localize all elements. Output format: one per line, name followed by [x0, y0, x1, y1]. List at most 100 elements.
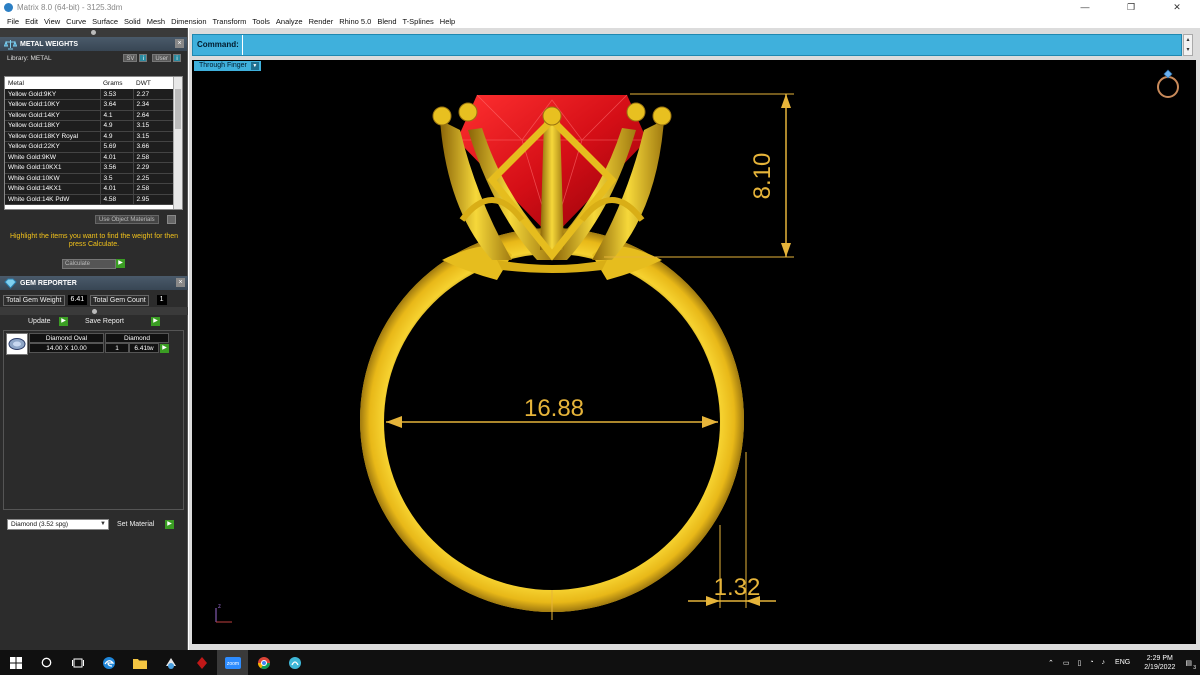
matrix-icon[interactable]: [186, 650, 217, 675]
network-icon[interactable]: ▭: [1063, 659, 1070, 667]
gem-name: Diamond Oval: [29, 333, 104, 343]
ring-view-icon[interactable]: [1157, 69, 1179, 98]
panel-splitter[interactable]: [0, 28, 187, 37]
menu-help[interactable]: Help: [437, 17, 458, 26]
table-row[interactable]: White Gold:9KW 4.01 2.58: [5, 152, 175, 163]
set-material-button[interactable]: Set Material: [117, 521, 154, 528]
zoom-icon[interactable]: zoom: [217, 650, 248, 675]
menu-rhino[interactable]: Rhino 5.0: [336, 17, 374, 26]
chevron-down-icon[interactable]: ▼: [250, 62, 259, 70]
menu-edit[interactable]: Edit: [22, 17, 41, 26]
metal-cell: White Gold:10KW: [5, 173, 101, 184]
table-row[interactable]: White Gold:14KX1 4.01 2.58: [5, 183, 175, 195]
calculate-button[interactable]: Calculate: [62, 259, 116, 269]
library-row: Library: METAL SV i User i: [0, 51, 187, 65]
save-report-arrow-icon[interactable]: ▶: [151, 317, 160, 326]
save-report-button[interactable]: Save Report: [85, 318, 124, 325]
command-bar[interactable]: Command:: [192, 34, 1182, 56]
chrome-icon[interactable]: [248, 650, 279, 675]
file-explorer-icon[interactable]: [124, 650, 155, 675]
gem-list-item[interactable]: Diamond Oval 14.00 X 10.00 Diamond 1 6.4…: [6, 333, 183, 355]
play-arrow-icon[interactable]: ▶: [116, 259, 125, 268]
update-arrow-icon[interactable]: ▶: [59, 317, 68, 326]
table-row[interactable]: Yellow Gold:14KY 4.1 2.64: [5, 110, 175, 121]
volume-icon[interactable]: ♪: [1102, 659, 1106, 666]
command-label: Command:: [197, 40, 239, 49]
language-indicator[interactable]: ENG: [1115, 659, 1130, 666]
menu-transform[interactable]: Transform: [210, 17, 250, 26]
total-gem-weight-value: 6.41: [67, 295, 88, 305]
app-icon[interactable]: [155, 650, 186, 675]
sv-toggle-icon[interactable]: i: [139, 54, 148, 62]
wifi-icon[interactable]: ◔: [1089, 659, 1093, 666]
edge-icon[interactable]: [93, 650, 124, 675]
sv-label: SV: [123, 54, 138, 62]
viewport-tab[interactable]: Through Finger ▼: [194, 61, 261, 71]
table-row[interactable]: Yellow Gold:18KY Royal 4.9 3.15: [5, 131, 175, 142]
system-tray: ⌃ ▭ ▯ ◔ ♪ ENG 2:29 PM 2/19/2022 ▤ 3: [1043, 650, 1200, 675]
table-row[interactable]: Yellow Gold:9KY 3.53 2.27: [5, 89, 175, 100]
close-icon[interactable]: ×: [176, 278, 185, 287]
dwt-cell: 2.27: [133, 89, 175, 100]
menu-tsplines[interactable]: T-Splines: [400, 17, 437, 26]
menu-view[interactable]: View: [41, 17, 63, 26]
menu-surface[interactable]: Surface: [89, 17, 121, 26]
gem-splitter[interactable]: [0, 307, 188, 315]
notification-icon[interactable]: ▤ 3: [1185, 659, 1196, 671]
scrollbar-thumb[interactable]: [175, 89, 181, 129]
viewport[interactable]: Through Finger ▼ 8.10 16.88 1.32 z: [192, 60, 1196, 644]
menu-tools[interactable]: Tools: [249, 17, 273, 26]
menu-curve[interactable]: Curve: [63, 17, 89, 26]
menu-mesh[interactable]: Mesh: [144, 17, 168, 26]
maximize-button[interactable]: ❐: [1108, 0, 1154, 14]
splitter-knob[interactable]: [91, 308, 97, 314]
use-object-materials-checkbox[interactable]: [167, 215, 176, 224]
clock[interactable]: 2:29 PM 2/19/2022: [1144, 654, 1175, 672]
menu-render[interactable]: Render: [306, 17, 337, 26]
table-row[interactable]: White Gold:10KX1 3.56 2.29: [5, 162, 175, 174]
chevron-up-icon[interactable]: ⌃: [1048, 659, 1054, 667]
total-gem-weight-label: Total Gem Weight: [3, 294, 65, 306]
table-row[interactable]: Yellow Gold:22KY 5.69 3.66: [5, 141, 175, 153]
total-gem-count-label: Total Gem Count: [90, 294, 149, 306]
material-select[interactable]: Diamond (3.52 spg) ▼: [7, 519, 109, 530]
close-icon[interactable]: ×: [175, 39, 184, 48]
minimize-button[interactable]: —: [1062, 0, 1108, 14]
dwt-cell: 2.25: [133, 173, 175, 184]
use-object-materials-button[interactable]: Use Object Materials: [95, 215, 159, 224]
search-icon[interactable]: [31, 650, 62, 675]
set-material-arrow-icon[interactable]: ▶: [165, 520, 174, 529]
gem-row-arrow-icon[interactable]: ▶: [160, 344, 169, 353]
chevron-down-icon[interactable]: ▼: [99, 521, 107, 528]
table-row[interactable]: Yellow Gold:18KY 4.9 3.15: [5, 120, 175, 132]
table-row[interactable]: White Gold:10KW 3.5 2.25: [5, 173, 175, 184]
app2-icon[interactable]: [279, 650, 310, 675]
table-row[interactable]: White Gold:14K PdW 4.58 2.95: [5, 194, 175, 205]
column-metal[interactable]: Metal: [5, 77, 100, 89]
table-scrollbar[interactable]: [173, 77, 182, 209]
column-dwt[interactable]: DWT: [133, 77, 175, 89]
grams-cell: 4.9: [100, 131, 134, 142]
table-row[interactable]: Yellow Gold:10KY 3.64 2.34: [5, 99, 175, 111]
menu-dimension[interactable]: Dimension: [168, 17, 209, 26]
calculate-hint: Highlight the items you want to find the…: [9, 233, 179, 248]
battery-icon[interactable]: ▯: [1077, 659, 1081, 667]
column-grams[interactable]: Grams: [100, 77, 133, 89]
user-toggle-icon[interactable]: i: [173, 54, 181, 62]
menu-analyze[interactable]: Analyze: [273, 17, 306, 26]
dwt-cell: 2.29: [133, 162, 175, 174]
prong-tip: [458, 102, 478, 122]
splitter-knob[interactable]: [91, 30, 96, 35]
svg-text:zoom: zoom: [226, 661, 238, 667]
menu-solid[interactable]: Solid: [121, 17, 144, 26]
menu-blend[interactable]: Blend: [374, 17, 399, 26]
command-scrollbar[interactable]: ▴ ▾: [1183, 34, 1193, 56]
metal-cell: White Gold:14K PdW: [5, 194, 101, 205]
metal-cell: White Gold:14KX1: [5, 183, 101, 195]
task-view-icon[interactable]: [62, 650, 93, 675]
close-button[interactable]: ✕: [1154, 0, 1200, 14]
update-button[interactable]: Update: [28, 318, 51, 325]
library-buttons: SV i User i: [123, 54, 181, 62]
start-icon[interactable]: [0, 650, 31, 675]
menu-file[interactable]: File: [4, 17, 22, 26]
